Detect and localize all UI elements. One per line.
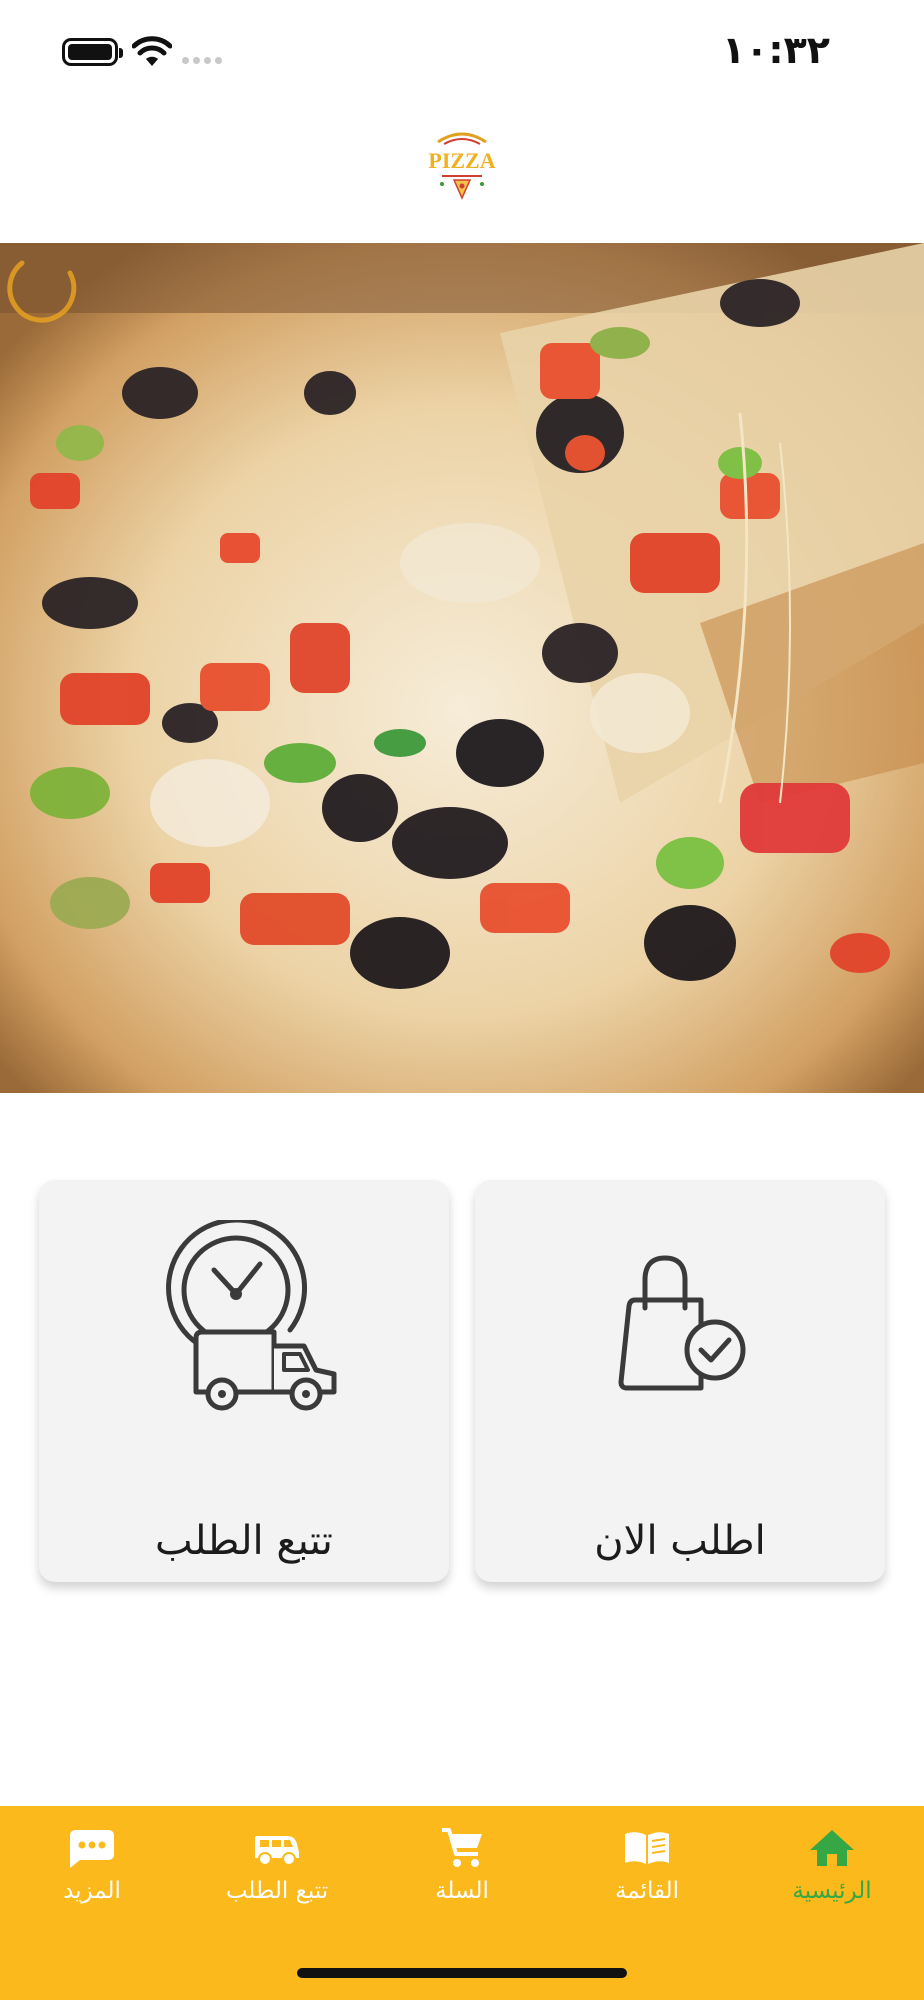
- nav-item-menu[interactable]: القائمة: [562, 1826, 732, 1936]
- status-time: ١٠:٣٢: [722, 28, 830, 72]
- pizza-photo: [0, 243, 924, 1093]
- nav-label-more: المزيد: [63, 1878, 121, 1904]
- nav-label-home: الرئيسية: [792, 1878, 872, 1904]
- nav-item-home[interactable]: الرئيسية: [747, 1826, 917, 1936]
- shopping-bag-check-icon: [618, 1255, 746, 1391]
- signal-icon: [182, 57, 222, 64]
- nav-item-track-order[interactable]: تتبع الطلب: [192, 1826, 362, 1936]
- cart-icon: [442, 1828, 482, 1867]
- clock-delivery-truck-icon: [166, 1220, 337, 1411]
- nav-label-cart: السلة: [435, 1878, 489, 1904]
- nav-label-track-order: تتبع الطلب: [225, 1878, 329, 1904]
- logo-text: PIZZA: [428, 148, 495, 173]
- delivery-van-icon: [255, 1836, 299, 1866]
- more-chat-icon: [70, 1830, 114, 1868]
- home-icon: [810, 1830, 854, 1866]
- status-bar: ١٠:٣٢: [0, 0, 924, 100]
- track-order-card[interactable]: تتبع الطلب: [39, 1180, 449, 1582]
- track-order-label: تتبع الطلب: [155, 1518, 333, 1564]
- nav-item-cart[interactable]: السلة: [377, 1826, 547, 1936]
- nav-label-menu: القائمة: [614, 1878, 680, 1904]
- pizza-logo: PIZZA: [428, 132, 496, 200]
- loading-spinner: [7, 260, 77, 323]
- battery-icon: [62, 38, 123, 66]
- wifi-icon: [132, 36, 172, 66]
- home-indicator: [297, 1968, 627, 1978]
- menu-book-icon: [625, 1832, 669, 1864]
- promo-banner[interactable]: [0, 243, 924, 1093]
- order-now-card[interactable]: اطلب الان: [475, 1180, 885, 1582]
- nav-item-more[interactable]: المزيد: [7, 1826, 177, 1936]
- order-now-label: اطلب الان: [594, 1518, 766, 1564]
